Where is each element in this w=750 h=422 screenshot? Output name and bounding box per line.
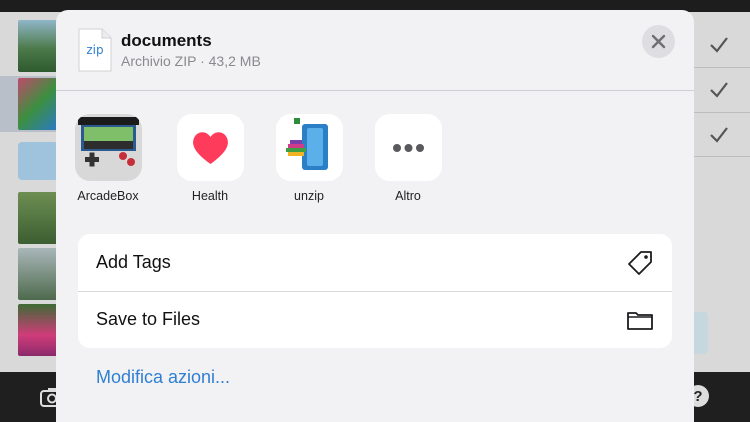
background-thumbnail <box>18 304 58 356</box>
app-label: Health <box>191 189 229 203</box>
action-label: Add Tags <box>96 252 171 272</box>
app-row: ArcadeBox Health unzip Altro <box>56 114 694 214</box>
header-divider <box>56 90 694 91</box>
checkmark-icon <box>708 79 730 101</box>
folder-icon <box>626 306 654 334</box>
app-label: Altro <box>395 189 421 203</box>
svg-text:?: ? <box>693 388 702 405</box>
close-icon <box>651 34 666 49</box>
app-unzip[interactable]: unzip <box>264 114 354 203</box>
share-sheet: zip documents Archivio ZIP · 43,2 MB Arc… <box>56 10 694 422</box>
action-label: Save to Files <box>96 309 201 329</box>
actions-list: Add Tags Save to Files <box>78 234 672 348</box>
checkmark-icon <box>708 34 730 56</box>
health-app-icon <box>176 114 244 181</box>
background-thumbnail <box>18 20 58 72</box>
app-health[interactable]: Health <box>165 114 255 203</box>
background-thumbnail <box>18 78 58 130</box>
unzip-app-icon <box>275 114 343 181</box>
background-thumbnail <box>18 192 58 244</box>
file-meta: Archivio ZIP · 43,2 MB <box>121 53 261 69</box>
save-to-files-action[interactable]: Save to Files <box>78 291 672 348</box>
app-label: ArcadeBox <box>77 189 139 203</box>
zip-file-icon: zip <box>78 28 112 72</box>
file-name: documents <box>121 31 212 50</box>
add-tags-action[interactable]: Add Tags <box>78 234 672 292</box>
app-label: unzip <box>294 189 324 203</box>
more-icon <box>374 114 442 181</box>
checkmark-icon <box>708 124 730 146</box>
arcadebox-app-icon <box>74 114 142 181</box>
app-more[interactable]: Altro <box>363 114 453 203</box>
background-folder-thumbnail <box>18 142 58 180</box>
tag-icon <box>626 249 654 277</box>
edit-actions-link[interactable]: Modifica azioni... <box>96 367 230 388</box>
background-thumbnail <box>18 248 58 300</box>
share-sheet-header: zip documents Archivio ZIP · 43,2 MB <box>56 10 694 90</box>
file-type-label: zip <box>86 43 104 57</box>
close-button[interactable] <box>642 25 675 58</box>
app-arcadebox[interactable]: ArcadeBox <box>63 114 153 203</box>
